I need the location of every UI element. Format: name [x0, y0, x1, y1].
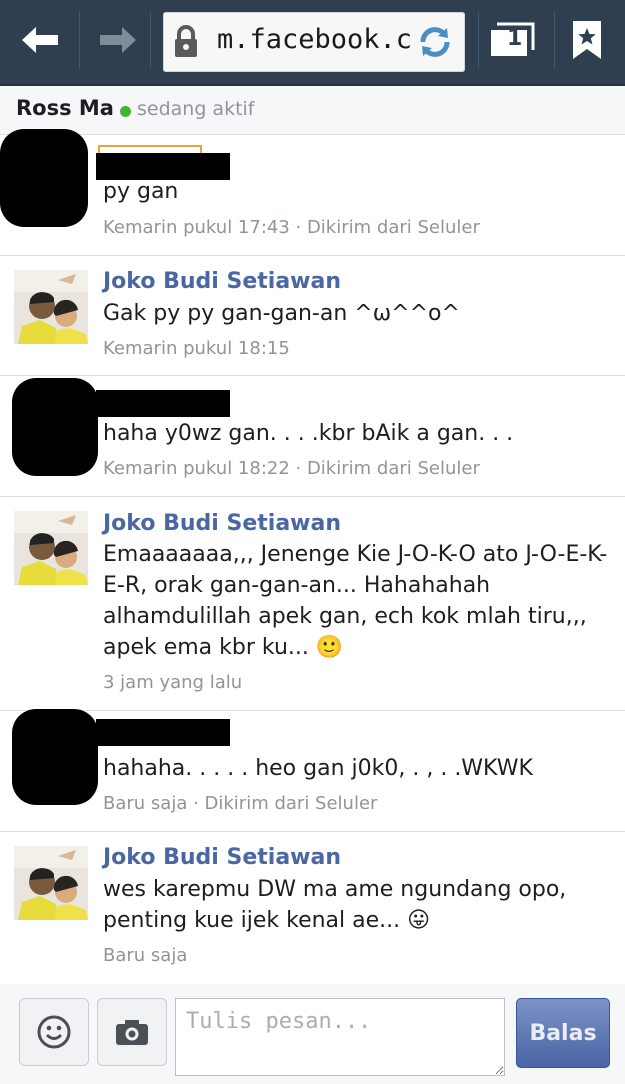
message-meta: Kemarin pukul 18:22 · Dikirim dari Selul…: [103, 458, 480, 479]
online-status-dot: [120, 106, 131, 117]
message-item: haha y0wz gan. . . .kbr bAik a gan. . . …: [0, 376, 625, 497]
redacted-avatar: [12, 378, 98, 476]
message-text: hahaha. . . . . heo gan j0k0, . , . .WKW…: [103, 756, 533, 781]
avatar[interactable]: [14, 270, 88, 344]
browser-toolbar: m.facebook.co 1: [0, 0, 625, 86]
message-item: Joko Budi Setiawan Gak py py gan-gan-an …: [0, 256, 625, 376]
url-text: m.facebook.co: [217, 24, 413, 55]
arrow-right-icon: [100, 27, 136, 53]
avatar[interactable]: [14, 511, 88, 585]
bookmark-button[interactable]: [565, 18, 609, 62]
tab-count: 1: [507, 26, 523, 51]
redacted-avatar: [12, 709, 98, 805]
online-status-text: sedang aktif: [137, 98, 255, 120]
sender-name[interactable]: Joko Budi Setiawan: [103, 269, 341, 294]
message-item: Joko Budi Setiawan wes karepmu DW ma ame…: [0, 832, 625, 984]
chat-header: Ross Ma sedang aktif: [0, 86, 625, 135]
message-meta: Kemarin pukul 17:43 · Dikirim dari Selul…: [103, 217, 480, 238]
profile-photo-icon: [14, 846, 88, 920]
arrow-left-icon: [22, 27, 58, 53]
sender-name[interactable]: Joko Budi Setiawan: [103, 511, 341, 536]
smiley-icon: [37, 1015, 71, 1049]
send-button[interactable]: Balas: [516, 998, 610, 1068]
refresh-icon[interactable]: [415, 22, 455, 62]
message-item: Joko Budi Setiawan Emaaaaaaa,,, Jenenge …: [0, 497, 625, 711]
message-composer: Balas: [0, 984, 625, 1084]
forward-button[interactable]: [96, 18, 140, 62]
sender-name[interactable]: Joko Budi Setiawan: [103, 845, 341, 870]
tabs-button[interactable]: 1: [487, 18, 537, 62]
contact-name[interactable]: Ross Ma: [16, 96, 114, 120]
message-item: hahaha. . . . . heo gan j0k0, . , . .WKW…: [0, 709, 625, 832]
photo-button[interactable]: [97, 998, 167, 1066]
redacted-sender-name: [96, 390, 230, 417]
message-text: Gak py py gan-gan-an ^ω^^o^: [103, 301, 460, 326]
message-text: py gan: [103, 179, 179, 204]
message-meta: Kemarin pukul 18:15: [103, 338, 290, 359]
message-item: py gan Kemarin pukul 17:43 · Dikirim dar…: [0, 129, 625, 256]
message-text: Emaaaaaaa,,, Jenenge Kie J-O-K-O ato J-O…: [103, 542, 608, 660]
message-text: wes karepmu DW ma ame ngundang opo, pent…: [103, 877, 567, 933]
message-input[interactable]: [175, 998, 505, 1076]
camera-icon: [116, 1020, 148, 1045]
profile-photo-icon: [14, 270, 88, 344]
redacted-avatar: [0, 129, 88, 227]
lock-icon: [175, 25, 197, 57]
toolbar-divider: [478, 12, 479, 68]
profile-photo-icon: [14, 511, 88, 585]
toolbar-divider: [554, 12, 555, 68]
address-bar[interactable]: m.facebook.co: [163, 12, 465, 72]
message-meta: Baru saja: [103, 945, 188, 966]
bookmark-star-icon: [573, 21, 601, 59]
toolbar-divider: [79, 12, 80, 68]
avatar[interactable]: [14, 846, 88, 920]
toolbar-divider: [150, 12, 151, 68]
redacted-sender-name: [96, 719, 230, 746]
name-highlight: [98, 145, 202, 153]
emoji-button[interactable]: [19, 998, 89, 1066]
message-meta: 3 jam yang lalu: [103, 672, 243, 693]
message-text: haha y0wz gan. . . .kbr bAik a gan. . .: [103, 421, 514, 446]
message-meta: Baru saja · Dikirim dari Seluler: [103, 793, 378, 814]
back-button[interactable]: [18, 18, 62, 62]
